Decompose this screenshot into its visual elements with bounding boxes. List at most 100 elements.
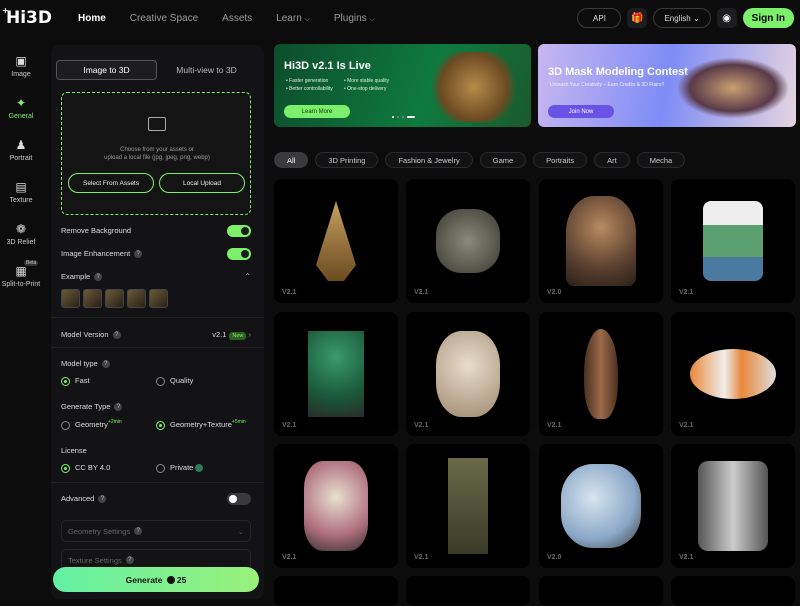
filter-mecha[interactable]: Mecha [636, 152, 686, 168]
model-card[interactable]: V2.1 [406, 444, 530, 568]
chevron-down-icon: ⌵ [369, 16, 375, 23]
model-card[interactable]: V2.1 [671, 444, 795, 568]
model-card[interactable]: V2.1 [274, 312, 398, 436]
model-card[interactable]: V2.1 [406, 179, 530, 303]
model-card[interactable]: V2.1 [274, 179, 398, 303]
model-card[interactable]: V2.1 [671, 179, 795, 303]
model-type-label: Model type [61, 359, 98, 368]
example-thumbnail[interactable] [149, 289, 168, 308]
advanced-toggle[interactable] [227, 492, 251, 505]
help-icon[interactable]: ? [94, 272, 103, 281]
example-thumbnail[interactable] [127, 289, 146, 308]
geometry-settings[interactable]: Geometry Settings? ⌄ [61, 520, 251, 542]
api-button[interactable]: API [577, 8, 622, 28]
dragon-illustration [424, 52, 524, 122]
upload-dropzone[interactable]: Choose from your assets or upload a local… [61, 92, 251, 215]
advanced-row: Advanced? [61, 492, 251, 505]
language-select[interactable]: English ⌄ [653, 8, 711, 28]
chevron-up-icon[interactable]: ⌃ [244, 272, 251, 281]
model-card[interactable]: V2.1 [539, 312, 663, 436]
sidebar-item-general[interactable]: ✦ General [0, 96, 42, 120]
chevron-down-icon: ⌄ [237, 526, 244, 536]
model-card[interactable] [274, 576, 398, 606]
model-preview [436, 331, 500, 417]
model-preview [690, 349, 776, 399]
example-thumbnail[interactable] [61, 289, 80, 308]
gift-icon[interactable]: 🎁 [627, 8, 648, 28]
remove-background-toggle[interactable] [227, 224, 251, 237]
model-card[interactable] [671, 576, 795, 606]
discord-icon[interactable]: ◉ [716, 8, 737, 28]
sparkle-icon: ✦ [15, 96, 27, 110]
filter-portraits[interactable]: Portraits [533, 152, 588, 168]
tab-image-to-3d[interactable]: Image to 3D [56, 60, 157, 80]
radio-selected [156, 420, 165, 430]
model-preview [703, 201, 763, 281]
model-card[interactable]: V2.0 [539, 179, 663, 303]
version-label: V2.1 [282, 422, 297, 429]
model-preview [561, 464, 641, 548]
version-label: V2.1 [679, 422, 694, 429]
sign-in-button[interactable]: Sign In [742, 8, 794, 28]
filter-3d-printing[interactable]: 3D Printing [315, 152, 379, 168]
select-from-assets-button[interactable]: Select From Assets [68, 173, 154, 193]
sidebar-item-3d-relief[interactable]: ❁ 3D Relief [0, 222, 42, 246]
sidebar-item-texture[interactable]: ▤ Texture [0, 180, 42, 204]
example-label: Example [61, 272, 91, 281]
model-preview [316, 201, 356, 281]
logo[interactable]: + Hi3D [2, 6, 52, 28]
join-now-button[interactable]: Join Now [548, 105, 614, 118]
model-card[interactable]: V2.1 [671, 312, 795, 436]
model-preview [304, 461, 368, 551]
help-icon[interactable]: ? [114, 402, 123, 411]
generate-button[interactable]: Generate 25 [53, 567, 259, 592]
nav-assets[interactable]: Assets [222, 13, 252, 24]
banner-hi3d-v21[interactable]: Hi3D v2.1 Is Live • Faster generation • … [274, 44, 531, 127]
example-row: Example? ⌃ [61, 272, 251, 281]
nav-creative-space[interactable]: Creative Space [130, 13, 198, 24]
help-icon[interactable]: ? [112, 330, 121, 339]
image-enhancement-toggle[interactable] [227, 247, 251, 260]
banner-feature: • One-stop delivery [344, 86, 387, 92]
license-cc-by[interactable]: CC BY 4.0 [61, 463, 110, 473]
filter-art[interactable]: Art [594, 152, 630, 168]
model-card[interactable]: V2.1 [274, 444, 398, 568]
generate-type-geometry[interactable]: Geometry+2min [61, 419, 122, 430]
filter-fashion-jewelry[interactable]: Fashion & Jewelry [385, 152, 473, 168]
upload-hint: Choose from your assets or upload a local… [104, 147, 210, 161]
nav-home[interactable]: Home [78, 13, 106, 24]
divider [51, 482, 264, 483]
license-private[interactable]: Private [156, 463, 204, 473]
help-icon: ? [134, 527, 143, 535]
generate-type-geometry-texture[interactable]: Geometry+Texture+5min [156, 419, 246, 430]
new-badge: New [229, 332, 247, 340]
model-type-quality[interactable]: Quality [156, 376, 193, 386]
filter-game[interactable]: Game [479, 152, 527, 168]
tab-multi-view-to-3d[interactable]: Multi-view to 3D [157, 60, 256, 80]
model-card[interactable]: V2.1 [406, 312, 530, 436]
example-thumbnail[interactable] [83, 289, 102, 308]
nav-learn[interactable]: Learn ⌵ [276, 13, 310, 24]
banner-mask-contest[interactable]: 3D Mask Modeling Contest Unleash Your Cr… [538, 44, 796, 127]
model-type-fast[interactable]: Fast [61, 376, 90, 386]
banner-subtitle: Unleash Your Creativity – Earn Credits &… [550, 82, 665, 88]
version-label: V2.1 [414, 422, 429, 429]
generate-type-label: Generate Type [61, 402, 111, 411]
sidebar-item-image[interactable]: ▣ Image [0, 54, 42, 78]
sidebar-item-portrait[interactable]: ♟ Portrait [0, 138, 42, 162]
local-upload-button[interactable]: Local Upload [159, 173, 245, 193]
help-icon[interactable]: ? [98, 494, 107, 503]
model-card[interactable] [406, 576, 530, 606]
model-card[interactable] [539, 576, 663, 606]
model-card[interactable]: V2.0 [539, 444, 663, 568]
chevron-right-icon: › [248, 330, 252, 339]
learn-more-button[interactable]: Learn More [284, 105, 350, 118]
help-icon[interactable]: ? [101, 359, 110, 368]
example-thumbnail[interactable] [105, 289, 124, 308]
top-right-actions: API 🎁 English ⌄ ◉ Sign In [577, 8, 794, 28]
sidebar-item-split-to-print[interactable]: ▦ Split-to-Print Beta [0, 260, 42, 288]
model-version-row[interactable]: Model Version? v2.1 New › [61, 330, 252, 340]
filter-all[interactable]: All [274, 152, 309, 168]
nav-plugins[interactable]: Plugins ⌵ [334, 13, 375, 24]
help-icon[interactable]: ? [134, 249, 143, 258]
